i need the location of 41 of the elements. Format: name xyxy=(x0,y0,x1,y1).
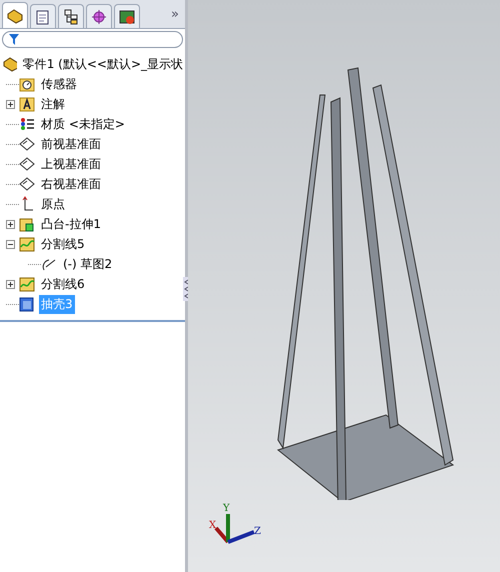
tree-item[interactable]: 传感器 xyxy=(39,74,79,94)
display-icon xyxy=(119,8,135,24)
tree-item[interactable]: 前视基准面 xyxy=(39,134,103,154)
tree-item[interactable]: 上视基准面 xyxy=(39,154,103,174)
part-icon xyxy=(2,56,17,72)
tree-item[interactable]: 材质 <未指定> xyxy=(39,114,127,134)
shell-icon xyxy=(19,296,35,312)
sensor-folder-icon xyxy=(19,76,35,92)
tree-item[interactable]: 右视基准面 xyxy=(39,174,103,194)
axis-label: Z xyxy=(254,526,261,537)
axis-label: Y xyxy=(223,503,230,514)
hierarchy-icon xyxy=(63,8,79,24)
tree-item[interactable]: 分割线6 xyxy=(39,274,87,294)
collapse-toggle[interactable] xyxy=(6,240,15,248)
plane-icon xyxy=(19,176,35,192)
tree-item[interactable]: 原点 xyxy=(39,194,67,214)
plane-icon xyxy=(19,156,35,172)
panel-tab[interactable] xyxy=(86,4,112,28)
expand-toggle[interactable] xyxy=(6,280,15,288)
material-icon xyxy=(19,116,35,132)
more-tabs-button[interactable]: » xyxy=(167,7,183,28)
part-icon xyxy=(6,8,24,24)
panel-tab[interactable] xyxy=(114,4,140,28)
axis-label: X xyxy=(209,520,216,531)
expand-toggle[interactable] xyxy=(6,220,15,228)
crosshair-icon xyxy=(91,8,107,24)
filter-icon xyxy=(9,34,19,45)
panel-tab[interactable] xyxy=(58,4,84,28)
panel-tab[interactable] xyxy=(30,4,56,28)
annotation-folder-icon xyxy=(19,96,35,112)
extrude-feature-icon xyxy=(19,216,35,232)
panel-tab[interactable] xyxy=(2,2,28,28)
tree-item[interactable]: 分割线5 xyxy=(39,234,87,254)
tree-item[interactable]: (-) 草图2 xyxy=(61,254,114,274)
tree-item[interactable]: 凸台-拉伸1 xyxy=(39,214,103,234)
part-name[interactable]: 零件1 (默认<<默认>_显示状 xyxy=(20,54,185,74)
document-icon xyxy=(35,8,51,24)
filter-field[interactable] xyxy=(2,31,183,48)
plane-icon xyxy=(19,136,35,152)
tree-item[interactable]: 注解 xyxy=(39,94,67,114)
expand-toggle[interactable] xyxy=(6,100,15,108)
